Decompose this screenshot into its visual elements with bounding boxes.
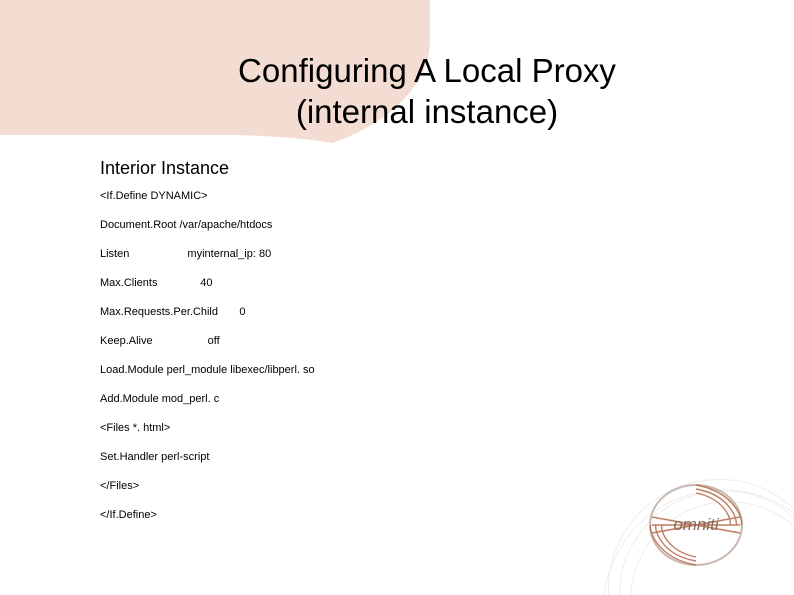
config-line: </If.Define> [100,509,620,521]
slide-title: Configuring A Local Proxy (internal inst… [100,50,754,133]
config-line: </Files> [100,480,620,492]
config-line: Load.Module perl_module libexec/libperl.… [100,364,620,376]
config-line: <Files *. html> [100,422,620,434]
config-line: Listen myinternal_ip: 80 [100,248,620,260]
slide-subtitle: Interior Instance [100,158,229,179]
config-line: Set.Handler perl-script [100,451,620,463]
config-line: Add.Module mod_perl. c [100,393,620,405]
config-line: Document.Root /var/apache/htdocs [100,219,620,231]
omniti-logo: omniti [626,477,766,577]
config-line: Max.Requests.Per.Child 0 [100,306,620,318]
config-line: Keep.Alive off [100,335,620,347]
title-line-2: (internal instance) [296,93,558,130]
config-line: Max.Clients 40 [100,277,620,289]
config-block: <If.Define DYNAMIC> Document.Root /var/a… [100,190,620,538]
config-line: <If.Define DYNAMIC> [100,190,620,202]
logo-text: omniti [673,515,720,534]
title-line-1: Configuring A Local Proxy [238,52,616,89]
